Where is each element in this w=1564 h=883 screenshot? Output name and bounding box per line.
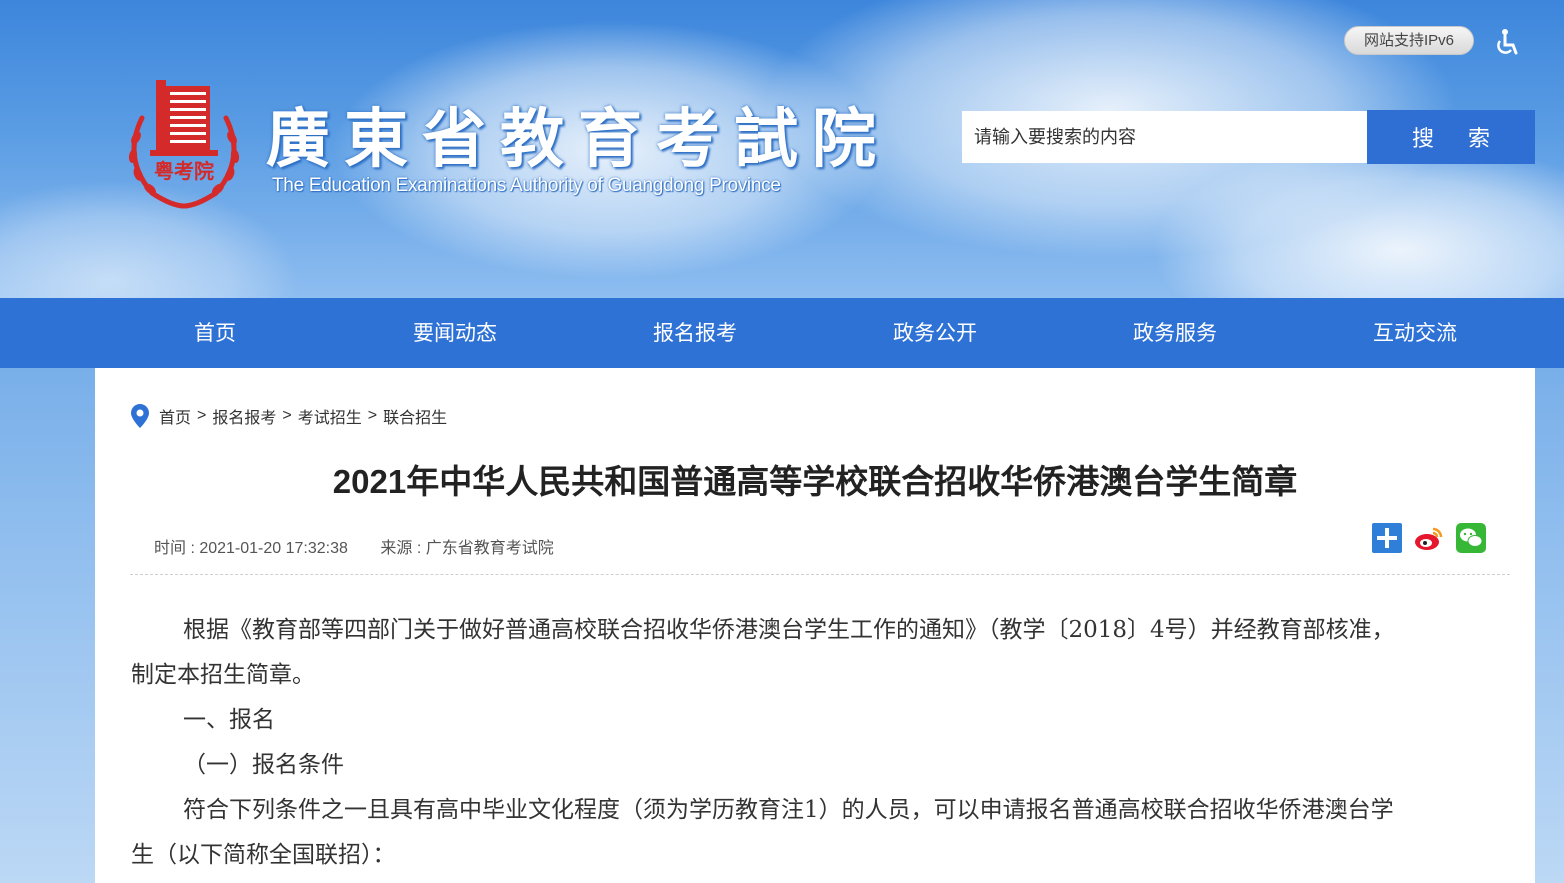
section-heading: 一、报名	[183, 707, 275, 733]
accessibility-icon[interactable]	[1493, 28, 1521, 56]
article-meta: 时间 : 2021-01-20 17:32:38 来源 : 广东省教育考试院	[154, 534, 554, 558]
paragraph: 根据《教育部等四部门关于做好普通高校联合招收华侨港澳台学生工作的通知》（教学〔2…	[183, 617, 1395, 643]
breadcrumb-item-registration[interactable]: 报名报考	[212, 404, 276, 428]
logo-text: 粤考院	[154, 159, 214, 183]
location-pin-icon	[131, 404, 149, 428]
site-title-en: The Education Examinations Authority of …	[272, 175, 781, 196]
article-title: 2021年中华人民共和国普通高等学校联合招收华侨港澳台学生简章	[332, 463, 1298, 500]
nav-item-interaction[interactable]: 互动交流	[1345, 298, 1485, 368]
breadcrumb-separator: >	[282, 407, 292, 424]
site-title-cn: 廣東省教育考試院	[266, 102, 890, 177]
breadcrumb-item-exam-admission[interactable]: 考试招生	[298, 404, 362, 428]
breadcrumb-item-joint-admission[interactable]: 联合招生	[383, 404, 447, 428]
site-header: 粤考院 廣東省教育考試院 The Education Examinations …	[0, 0, 1564, 298]
article-card: 首页 > 报名报考 > 考试招生 > 联合招生 2021年中华人民共和国普通高等…	[95, 368, 1535, 883]
ipv6-badge[interactable]: 网站支持IPv6	[1344, 26, 1474, 55]
search-input[interactable]	[962, 111, 1367, 163]
breadcrumb-separator: >	[197, 407, 207, 424]
paragraph: 生（以下简称全国联招）：	[131, 842, 396, 868]
share-plus-icon[interactable]	[1372, 523, 1402, 553]
meta-divider	[130, 574, 1510, 575]
search-button[interactable]: 搜 索	[1367, 110, 1535, 164]
site-logo[interactable]: 粤考院	[122, 78, 246, 210]
weibo-icon[interactable]	[1414, 523, 1444, 553]
breadcrumb-separator: >	[367, 407, 378, 424]
article-body: 根据《教育部等四部门关于做好普通高校联合招收华侨港澳台学生工作的通知》（教学〔2…	[131, 608, 1503, 878]
subsection-heading: （一）报名条件	[183, 752, 344, 778]
paragraph: 符合下列条件之一且具有高中毕业文化程度（须为学历教育注1）的人员，可以申请报名普…	[183, 797, 1394, 823]
main-nav: 首页 要闻动态 报名报考 政务公开 政务服务 互动交流	[0, 298, 1564, 368]
nav-item-news[interactable]: 要闻动态	[385, 298, 525, 368]
breadcrumb-item-home[interactable]: 首页	[159, 404, 191, 428]
nav-item-registration[interactable]: 报名报考	[625, 298, 765, 368]
breadcrumb: 首页 > 报名报考 > 考试招生 > 联合招生	[131, 404, 447, 428]
nav-item-home[interactable]: 首页	[145, 298, 285, 368]
nav-item-services[interactable]: 政务服务	[1105, 298, 1245, 368]
article-source: 来源 : 广东省教育考试院	[380, 540, 554, 557]
publish-time: 时间 : 2021-01-20 17:32:38	[154, 540, 348, 557]
paragraph: 制定本招生简章。	[131, 662, 315, 688]
wechat-icon[interactable]	[1456, 523, 1486, 553]
nav-item-public-affairs[interactable]: 政务公开	[865, 298, 1005, 368]
